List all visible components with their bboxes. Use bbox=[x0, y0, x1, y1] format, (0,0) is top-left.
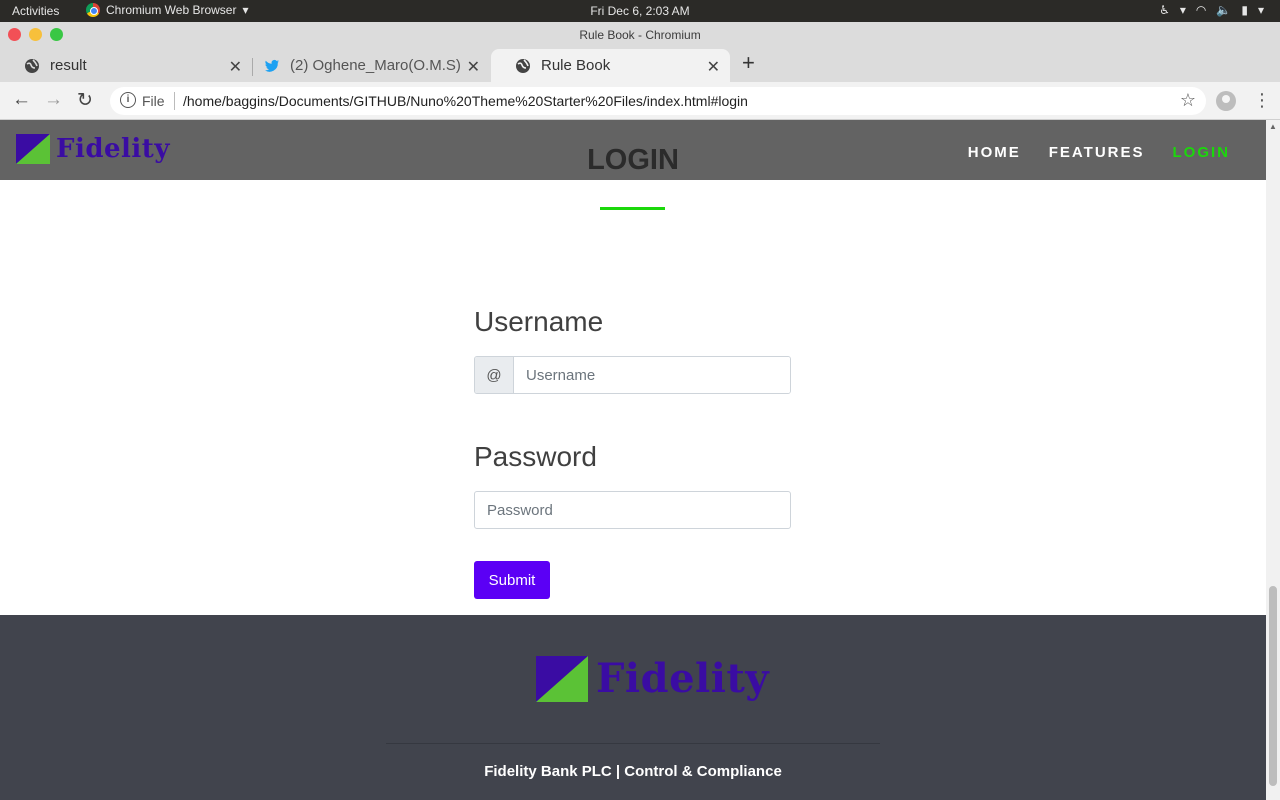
close-icon[interactable]: ✕ bbox=[467, 57, 480, 77]
web-page: Fidelity LOGIN HOME FEATURES LOGIN Usern… bbox=[0, 120, 1266, 800]
username-input-group: @ bbox=[474, 356, 791, 394]
new-tab-button[interactable]: + bbox=[742, 50, 755, 76]
nav-login-link[interactable]: LOGIN bbox=[1173, 144, 1231, 161]
system-tray[interactable]: ♿ ▾ ◠ 🔈 ▮ ▾ bbox=[1159, 3, 1264, 17]
tab-result[interactable]: result ✕ bbox=[0, 49, 252, 82]
tab-twitter[interactable]: (2) Oghene_Maro(O.M.S) ✕ bbox=[240, 49, 490, 82]
browser-toolbar: ← → ↻ i File /home/baggins/Documents/GIT… bbox=[0, 82, 1280, 120]
bookmark-star-icon[interactable]: ☆ bbox=[1180, 90, 1196, 111]
globe-icon bbox=[24, 58, 40, 74]
window-title-bar: Rule Book - Chromium bbox=[0, 22, 1280, 46]
footer-divider bbox=[386, 743, 880, 744]
tab-label: result bbox=[50, 57, 87, 74]
reload-icon[interactable]: ↻ bbox=[77, 89, 93, 112]
site-footer: Fidelity Fidelity Bank PLC | Control & C… bbox=[0, 615, 1266, 800]
password-input[interactable] bbox=[474, 491, 791, 529]
submit-button[interactable]: Submit bbox=[474, 561, 550, 599]
system-top-bar: Activities Chromium Web Browser ▾ Fri De… bbox=[0, 0, 1280, 22]
tab-strip: result ✕ (2) Oghene_Maro(O.M.S) ✕ Rule B… bbox=[0, 46, 1280, 82]
scroll-up-arrow-icon[interactable]: ▲ bbox=[1269, 122, 1277, 131]
footer-text: Fidelity Bank PLC | Control & Compliance bbox=[484, 763, 782, 780]
at-sign-addon: @ bbox=[475, 357, 514, 393]
site-nav-links: HOME FEATURES LOGIN bbox=[968, 144, 1230, 161]
nav-features-link[interactable]: FEATURES bbox=[1049, 144, 1145, 161]
tab-label: (2) Oghene_Maro(O.M.S) bbox=[290, 57, 461, 74]
omnibox-divider bbox=[174, 92, 175, 110]
profile-avatar-icon[interactable] bbox=[1216, 91, 1236, 111]
username-label: Username bbox=[474, 306, 604, 337]
window-title: Rule Book - Chromium bbox=[579, 28, 701, 42]
info-icon[interactable]: i bbox=[120, 92, 136, 108]
tab-label: Rule Book bbox=[541, 57, 611, 74]
chevron-down-icon: ▾ bbox=[1257, 3, 1264, 17]
volume-icon: 🔈 bbox=[1216, 3, 1232, 17]
title-underline bbox=[600, 207, 665, 210]
url-scheme: File bbox=[142, 93, 165, 109]
page-scrollbar[interactable]: ▲ bbox=[1266, 120, 1280, 800]
forward-icon[interactable]: → bbox=[44, 89, 63, 111]
wifi-icon: ◠ bbox=[1195, 3, 1207, 17]
nav-home-link[interactable]: HOME bbox=[968, 144, 1021, 161]
twitter-icon bbox=[264, 58, 280, 74]
footer-logo: Fidelity bbox=[536, 655, 769, 702]
address-bar[interactable]: i File /home/baggins/Documents/GITHUB/Nu… bbox=[110, 87, 1206, 115]
chevron-down-icon: ▾ bbox=[1179, 3, 1186, 17]
site-navbar: Fidelity LOGIN HOME FEATURES LOGIN bbox=[0, 120, 1266, 180]
tab-rule-book[interactable]: Rule Book ✕ bbox=[491, 49, 730, 82]
battery-icon: ▮ bbox=[1241, 3, 1248, 17]
close-icon[interactable]: ✕ bbox=[707, 57, 720, 77]
back-icon[interactable]: ← bbox=[12, 89, 31, 111]
footer-brand-name: Fidelity bbox=[596, 655, 770, 702]
url-text[interactable]: /home/baggins/Documents/GITHUB/Nuno%20Th… bbox=[183, 93, 748, 109]
username-input[interactable] bbox=[514, 357, 790, 393]
system-clock[interactable]: Fri Dec 6, 2:03 AM bbox=[0, 4, 1280, 18]
menu-kebab-icon[interactable]: ⋮ bbox=[1253, 90, 1271, 111]
password-label: Password bbox=[474, 441, 597, 472]
globe-icon bbox=[515, 58, 531, 74]
accessibility-icon: ♿ bbox=[1159, 3, 1170, 17]
scrollbar-thumb[interactable] bbox=[1269, 586, 1277, 786]
fidelity-logo-mark-icon bbox=[536, 655, 588, 702]
